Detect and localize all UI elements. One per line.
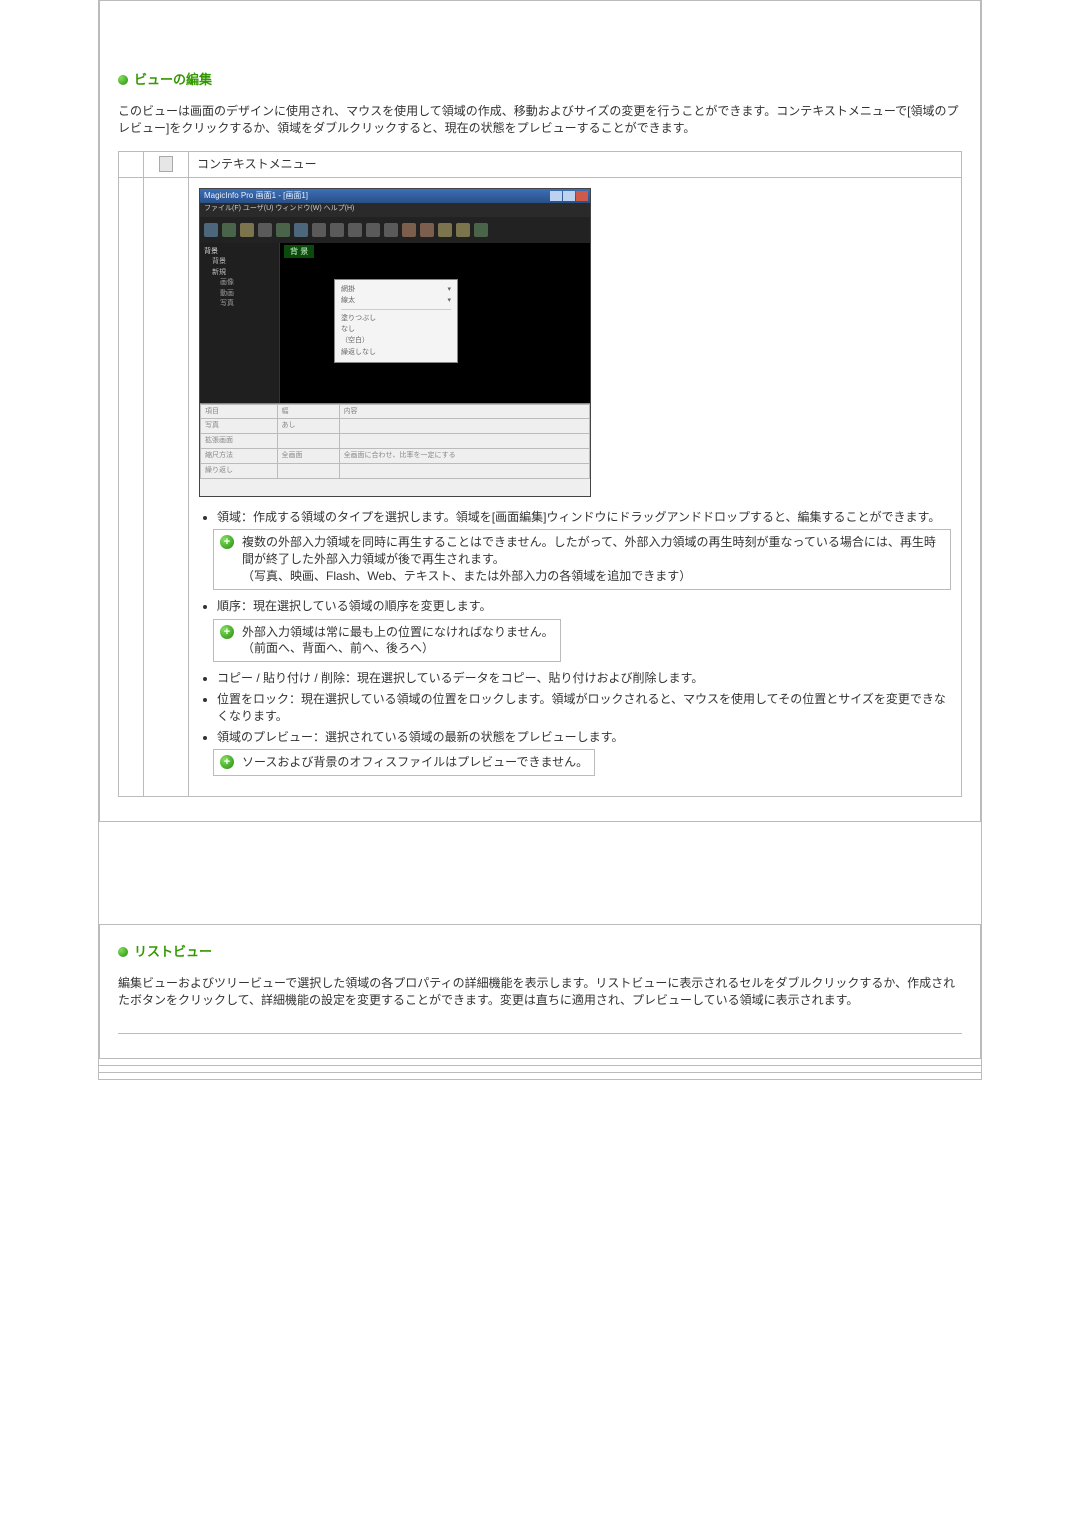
app-title: MagicInfo Pro 画面1 - [画面1] — [202, 190, 308, 201]
app-toolbar — [200, 217, 590, 243]
context-menu-label: コンテキストメニュー — [189, 151, 962, 177]
window-thumb-icon — [159, 156, 173, 172]
heading-edit-view: ビューの編集 — [118, 71, 962, 89]
note-office-preview: + ソースおよび背景のオフィスファイルはプレビューできません。 — [213, 749, 595, 776]
context-menu-content: MagicInfo Pro 画面1 - [画面1] ファイル(F) ユーザ(U)… — [189, 177, 962, 797]
panel-label: 塗りつぶし — [341, 313, 376, 324]
gutter-left-1 — [119, 151, 144, 177]
heading-list-view: リストビュー — [118, 943, 962, 961]
panel-label: 網掛 — [341, 284, 355, 295]
tree-node[interactable]: 背景 — [204, 257, 275, 268]
list-item: 順序：現在選択している領域の順序を変更します。 — [217, 598, 951, 615]
grid-header: 幅 — [277, 404, 339, 419]
toolbar-icon[interactable] — [204, 223, 218, 237]
toolbar-icon[interactable] — [456, 223, 470, 237]
app-body: 背景 背景 新規 画像 動画 写真 背 景 — [200, 243, 590, 403]
canvas-properties-panel[interactable]: 網掛▾ 線太▾ 塗りつぶし なし （空白） 繰返しなし — [334, 279, 458, 363]
note-top-position: + 外部入力領域は常に最も上の位置になければなりません。 （前面へ、背面へ、前へ… — [213, 619, 561, 663]
outer-frame: ビューの編集 このビューは画面のデザインに使用され、マウスを使用して領域の作成、… — [98, 0, 982, 1080]
toolbar-icon[interactable] — [276, 223, 290, 237]
toolbar-icon[interactable] — [474, 223, 488, 237]
grid-cell[interactable] — [339, 434, 589, 449]
grid-cell[interactable] — [277, 434, 339, 449]
grid-header: 内容 — [339, 404, 589, 419]
tree-node[interactable]: 写真 — [204, 299, 275, 310]
plus-icon: + — [220, 625, 234, 639]
list-item: 領域：作成する領域のタイプを選択します。領域を[画面編集]ウィンドウにドラッグア… — [217, 509, 951, 526]
page-root: ビューの編集 このビューは画面のデザインに使用され、マウスを使用して領域の作成、… — [0, 0, 1080, 1528]
note-text: 複数の外部入力領域を同時に再生することはできません。したがって、外部入力領域の再… — [242, 534, 944, 584]
explanation-list: 領域：作成する領域のタイプを選択します。領域を[画面編集]ウィンドウにドラッグア… — [199, 509, 951, 526]
canvas-tab[interactable]: 背 景 — [284, 245, 314, 258]
grid-cell[interactable]: 写真 — [201, 419, 278, 434]
toolbar-icon[interactable] — [348, 223, 362, 237]
grid-cell[interactable] — [277, 463, 339, 478]
panel-label: 線太 — [341, 295, 355, 306]
list-item: コピー / 貼り付け / 削除：現在選択しているデータをコピー、貼り付けおよび削… — [217, 670, 951, 687]
maximize-icon[interactable] — [563, 191, 575, 201]
grid-cell[interactable]: 全画面に合わせ、比率を一定にする — [339, 448, 589, 463]
tree-node[interactable]: 画像 — [204, 278, 275, 289]
toolbar-icon[interactable] — [294, 223, 308, 237]
note-text: ソースおよび背景のオフィスファイルはプレビューできません。 — [242, 754, 588, 771]
thumb-cell — [144, 151, 189, 177]
grid-cell[interactable]: 全画面 — [277, 448, 339, 463]
intro-edit-view: このビューは画面のデザインに使用され、マウスを使用して領域の作成、移動およびサイ… — [118, 103, 962, 137]
list-item: 位置をロック：現在選択している領域の位置をロックします。領域がロックされると、マ… — [217, 691, 951, 725]
tree-node[interactable]: 背景 — [204, 247, 275, 258]
toolbar-icon[interactable] — [438, 223, 452, 237]
gutter-left-2b — [144, 177, 189, 797]
section-edit-view: ビューの編集 このビューは画面のデザインに使用され、マウスを使用して領域の作成、… — [99, 0, 981, 822]
context-menu-block: コンテキストメニュー MagicInfo Pro 画面1 - [画面1] — [118, 151, 962, 797]
toolbar-icon[interactable] — [222, 223, 236, 237]
section-list-view: リストビュー 編集ビューおよびツリービューで選択した領域の各プロパティの詳細機能… — [99, 924, 981, 1059]
app-canvas[interactable]: 背 景 網掛▾ 線太▾ 塗りつぶし なし （空白） — [280, 243, 590, 403]
close-icon[interactable] — [576, 191, 588, 201]
panel-label: （空白） — [341, 335, 369, 346]
grid-cell[interactable]: 縮尺方法 — [201, 448, 278, 463]
gutter-left-2 — [119, 177, 144, 797]
toolbar-icon[interactable] — [312, 223, 326, 237]
property-grid[interactable]: 項目 幅 内容 写真 あし — [200, 404, 590, 479]
note-text: 外部入力領域は常に最も上の位置になければなりません。 （前面へ、背面へ、前へ、後… — [242, 624, 554, 658]
app-lower-grid: 項目 幅 内容 写真 あし — [200, 403, 590, 496]
toolbar-icon[interactable] — [366, 223, 380, 237]
toolbar-icon[interactable] — [330, 223, 344, 237]
app-tree[interactable]: 背景 背景 新規 画像 動画 写真 — [200, 243, 280, 403]
note-multiple-input: + 複数の外部入力領域を同時に再生することはできません。したがって、外部入力領域… — [213, 529, 951, 589]
panel-label: なし — [341, 324, 355, 335]
toolbar-icon[interactable] — [402, 223, 416, 237]
grid-cell[interactable] — [339, 463, 589, 478]
explanation-list: 順序：現在選択している領域の順序を変更します。 — [199, 598, 951, 615]
app-menubar[interactable]: ファイル(F) ユーザ(U) ウィンドウ(W) ヘルプ(H) — [200, 203, 590, 217]
window-buttons — [550, 191, 588, 201]
toolbar-icon[interactable] — [240, 223, 254, 237]
intro-list-view: 編集ビューおよびツリービューで選択した領域の各プロパティの詳細機能を表示します。… — [118, 975, 962, 1009]
toolbar-icon[interactable] — [384, 223, 398, 237]
plus-icon: + — [220, 535, 234, 549]
app-titlebar: MagicInfo Pro 画面1 - [画面1] — [200, 189, 590, 203]
explanation-list: コピー / 貼り付け / 削除：現在選択しているデータをコピー、貼り付けおよび削… — [199, 670, 951, 745]
grid-cell[interactable]: 繰り返し — [201, 463, 278, 478]
grid-cell[interactable]: 拡張画面 — [201, 434, 278, 449]
grid-cell[interactable]: あし — [277, 419, 339, 434]
tree-node[interactable]: 動画 — [204, 289, 275, 300]
panel-label: 繰返しなし — [341, 347, 376, 358]
plus-icon: + — [220, 755, 234, 769]
app-window-mock: MagicInfo Pro 画面1 - [画面1] ファイル(F) ユーザ(U)… — [199, 188, 591, 497]
minimize-icon[interactable] — [550, 191, 562, 201]
grid-header: 項目 — [201, 404, 278, 419]
toolbar-icon[interactable] — [420, 223, 434, 237]
toolbar-icon[interactable] — [258, 223, 272, 237]
grid-cell[interactable] — [339, 419, 589, 434]
tree-node[interactable]: 新規 — [204, 268, 275, 279]
list-item: 領域のプレビュー：選択されている領域の最新の状態をプレビューします。 — [217, 729, 951, 746]
